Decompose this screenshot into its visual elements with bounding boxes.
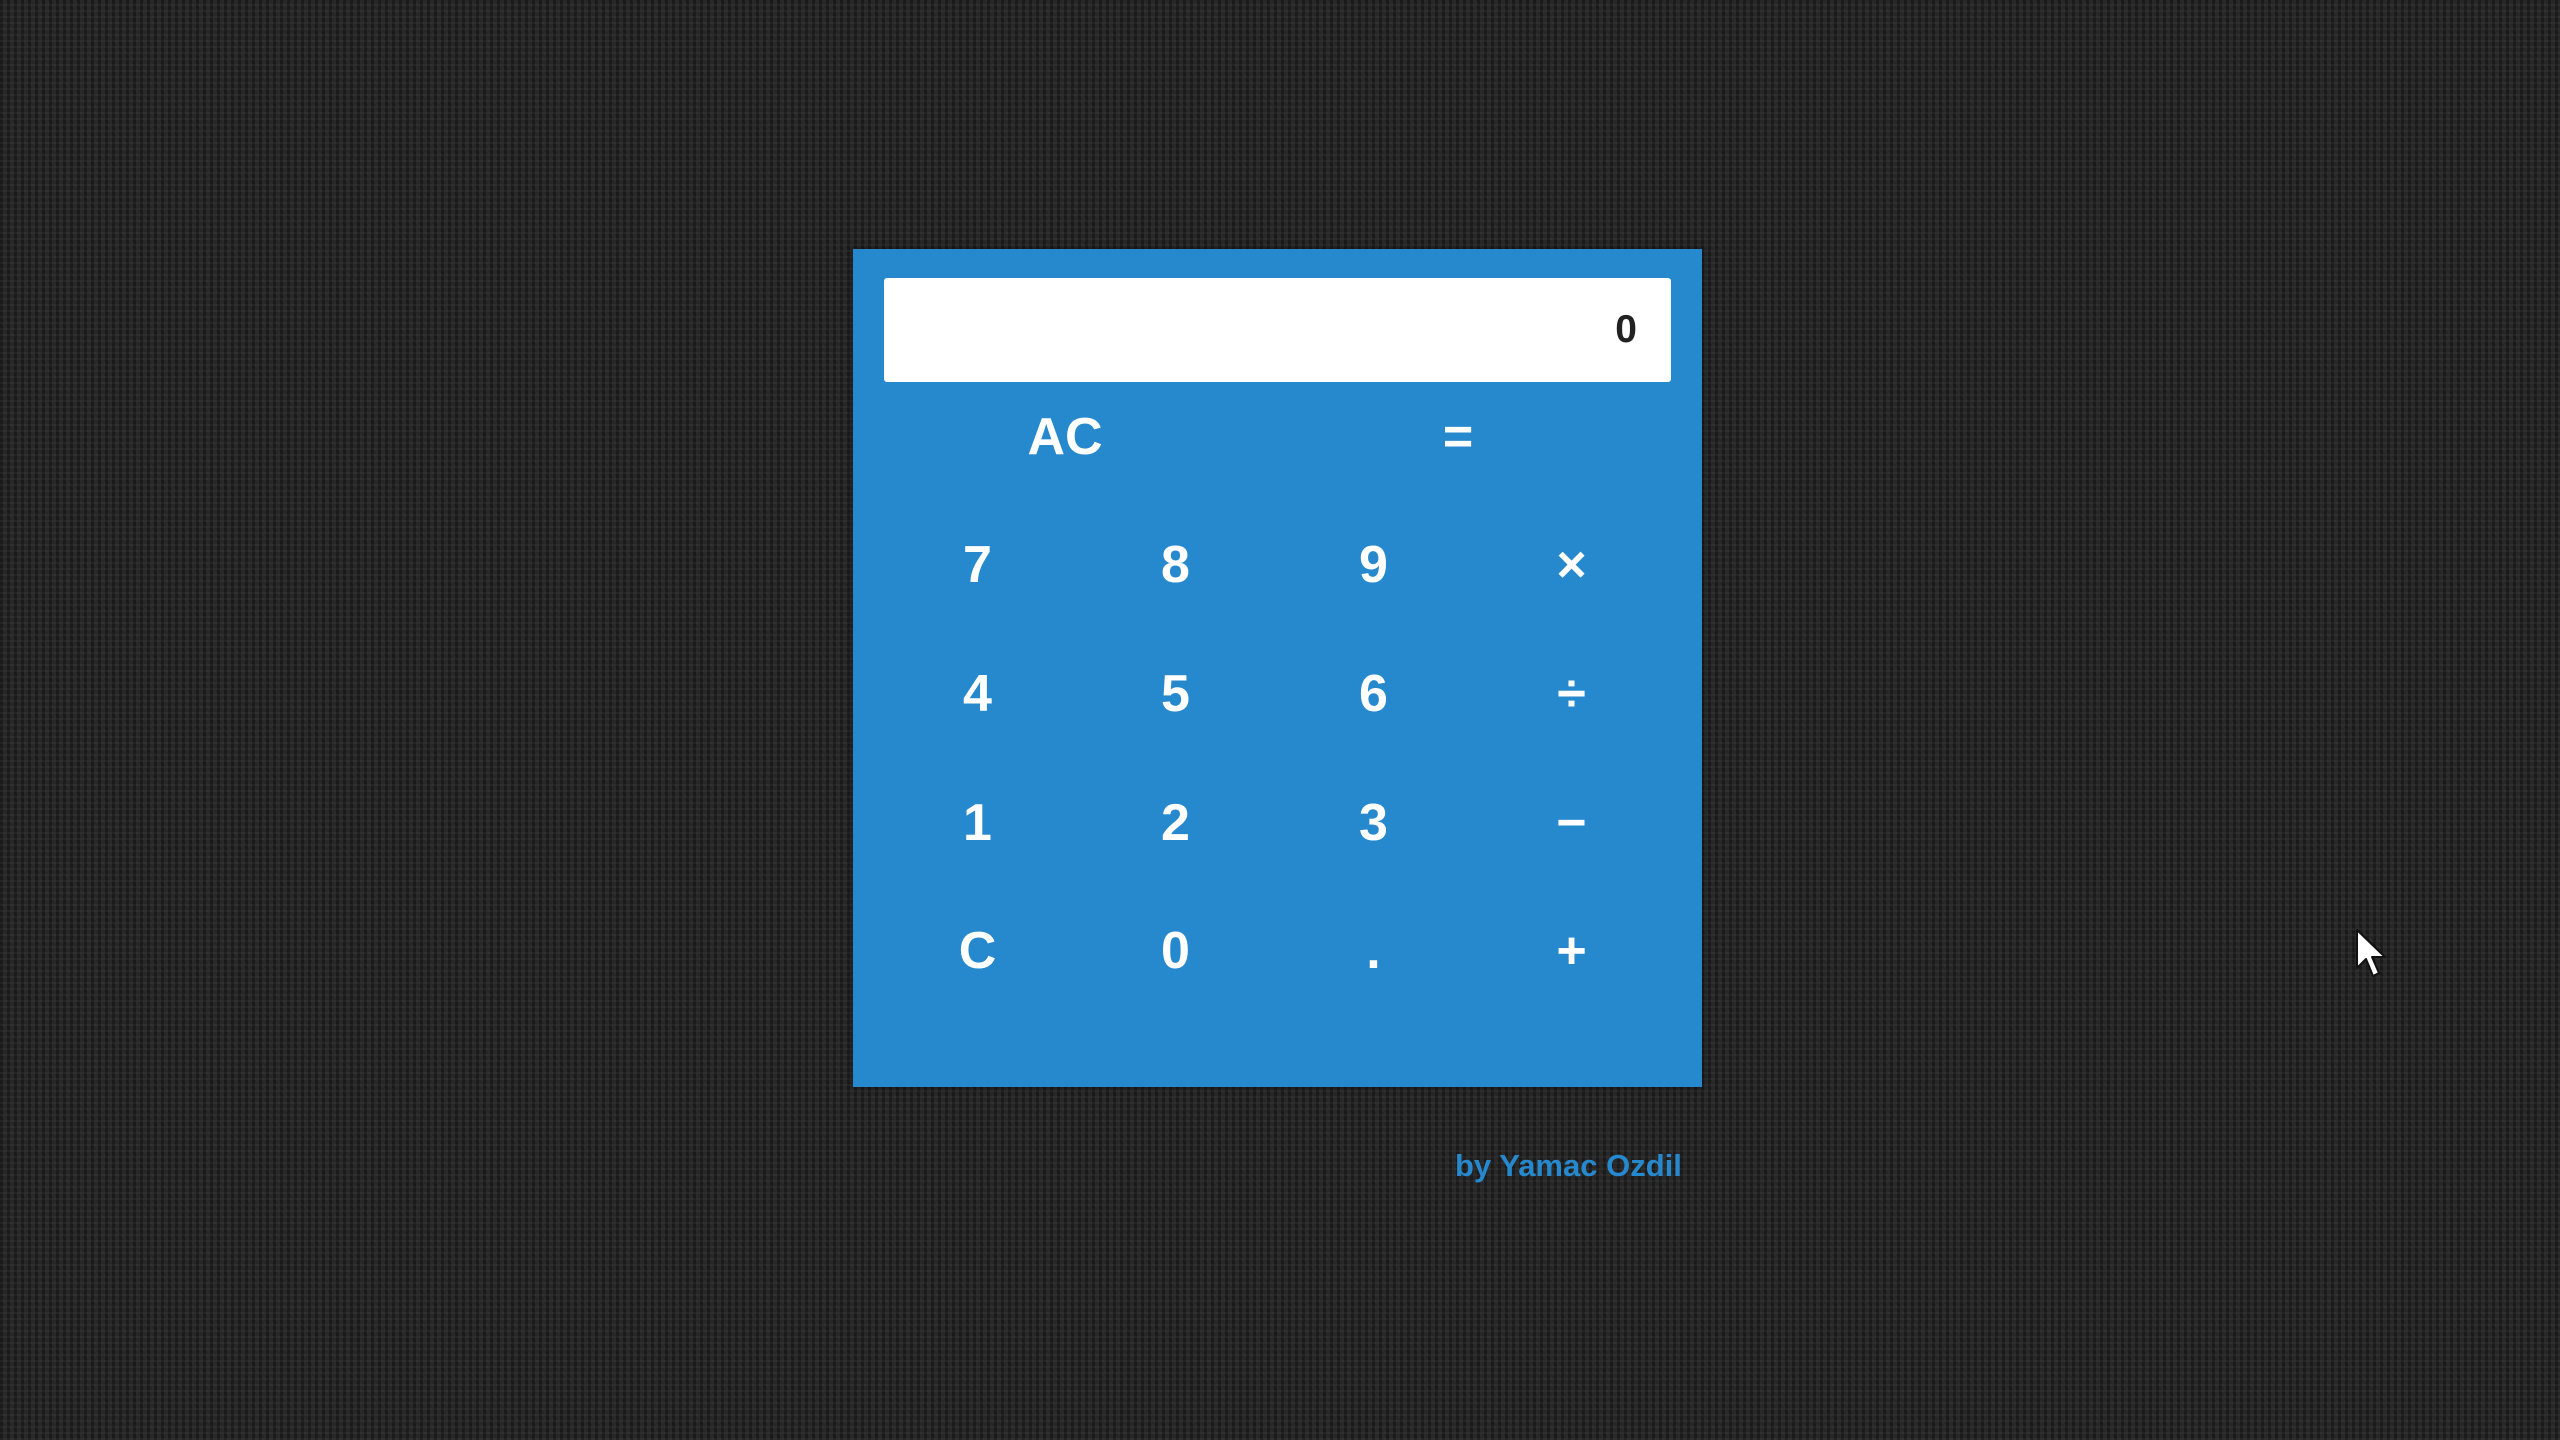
key-4[interactable]: 4 [879, 629, 1076, 759]
all-clear-button[interactable]: AC [868, 372, 1262, 502]
subtract-button[interactable]: − [1473, 758, 1670, 888]
key-1[interactable]: 1 [879, 758, 1076, 888]
key-2[interactable]: 2 [1077, 758, 1274, 888]
key-5[interactable]: 5 [1077, 629, 1274, 759]
author-credit-link[interactable]: by Yamac Ozdil [1455, 1148, 1682, 1184]
add-button[interactable]: + [1473, 886, 1670, 1016]
equals-button[interactable]: = [1261, 372, 1655, 502]
key-7[interactable]: 7 [879, 500, 1076, 630]
key-3[interactable]: 3 [1275, 758, 1472, 888]
multiply-button[interactable]: × [1473, 500, 1670, 630]
calculator: 0 AC = 7 8 9 × 4 5 6 ÷ 1 2 3 − C 0 . + [853, 249, 1702, 1087]
mouse-pointer-icon [2356, 929, 2386, 977]
clear-entry-button[interactable]: C [879, 886, 1076, 1016]
calculator-display: 0 [884, 278, 1671, 382]
key-8[interactable]: 8 [1077, 500, 1274, 630]
decimal-button[interactable]: . [1275, 886, 1472, 1016]
key-6[interactable]: 6 [1275, 629, 1472, 759]
key-0[interactable]: 0 [1077, 886, 1274, 1016]
display-value: 0 [1615, 308, 1637, 351]
divide-button[interactable]: ÷ [1473, 629, 1670, 759]
key-9[interactable]: 9 [1275, 500, 1472, 630]
